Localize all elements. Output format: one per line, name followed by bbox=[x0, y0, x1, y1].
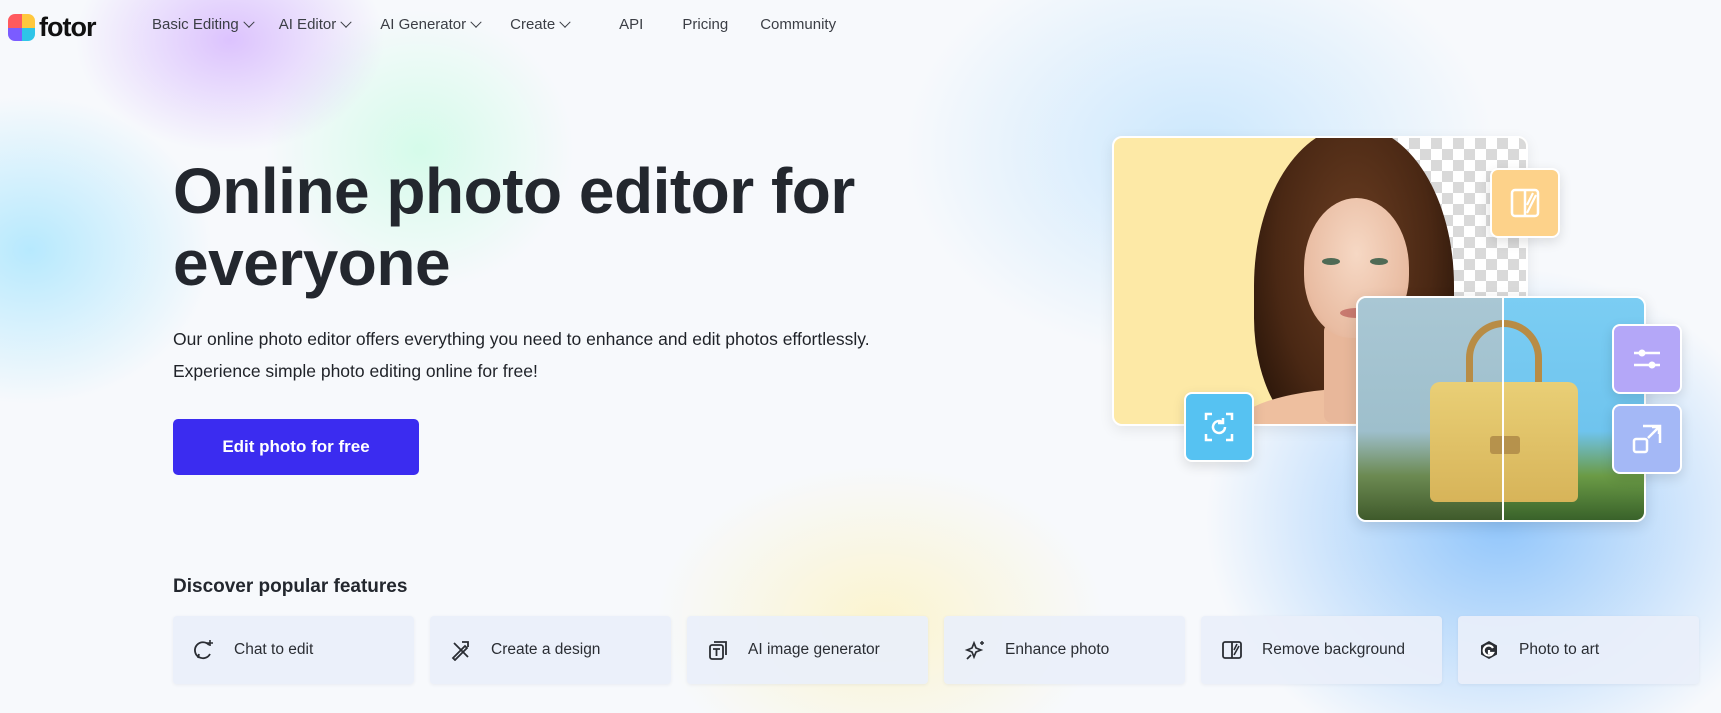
remove-bg-icon bbox=[1510, 188, 1540, 218]
ai-image-icon bbox=[707, 639, 729, 661]
nav-label: Community bbox=[760, 16, 837, 33]
feature-ai-image-generator[interactable]: AI image generator bbox=[687, 616, 928, 684]
fotor-logo[interactable]: fotor bbox=[8, 12, 96, 43]
sliders-icon bbox=[1634, 349, 1660, 369]
hero-title: Online photo editor for everyone bbox=[173, 155, 933, 299]
nav-label: AI Generator bbox=[380, 16, 467, 33]
photo-art-icon bbox=[1478, 639, 1500, 661]
enhance-sparkle-icon bbox=[964, 639, 986, 661]
fotor-logo-icon bbox=[8, 14, 35, 41]
nav-create[interactable]: Create bbox=[510, 16, 571, 33]
nav-ai-generator[interactable]: AI Generator bbox=[380, 16, 482, 33]
nav-menu: Basic Editing AI Editor AI Generator Cre… bbox=[152, 16, 836, 33]
chevron-down-icon bbox=[340, 16, 352, 28]
feature-label: Chat to edit bbox=[234, 641, 314, 658]
portrait-eye-right bbox=[1370, 258, 1388, 265]
feature-label: Photo to art bbox=[1519, 641, 1600, 658]
chevron-down-icon bbox=[470, 16, 482, 28]
design-pen-icon bbox=[450, 639, 472, 661]
features-list: Chat to edit Create a design AI image ge… bbox=[173, 616, 1699, 684]
feature-photo-to-art[interactable]: Photo to art bbox=[1458, 616, 1699, 684]
nav-basic-editing[interactable]: Basic Editing bbox=[152, 16, 255, 33]
nav-label: API bbox=[619, 16, 644, 33]
feature-create-design[interactable]: Create a design bbox=[430, 616, 671, 684]
hero-title-line1: Online photo editor for bbox=[173, 155, 855, 227]
nav-community[interactable]: Community bbox=[760, 16, 836, 33]
bag-clasp bbox=[1490, 436, 1520, 454]
chevron-down-icon bbox=[559, 16, 571, 28]
nav-pricing[interactable]: Pricing bbox=[682, 16, 728, 33]
nav-ai-editor[interactable]: AI Editor bbox=[278, 16, 352, 33]
adjust-tile bbox=[1612, 324, 1682, 394]
feature-enhance-photo[interactable]: Enhance photo bbox=[944, 616, 1185, 684]
feature-chat-to-edit[interactable]: Chat to edit bbox=[173, 616, 414, 684]
chat-sparkle-icon bbox=[193, 639, 215, 661]
features-title: Discover popular features bbox=[173, 576, 408, 597]
top-nav: fotor Basic Editing AI Editor AI Generat… bbox=[0, 0, 1721, 52]
nav-label: Pricing bbox=[682, 16, 729, 33]
hero-subtitle-line2: Experience simple photo editing online f… bbox=[173, 361, 538, 381]
bag-image bbox=[1356, 296, 1646, 522]
rotate-icon bbox=[1204, 412, 1234, 442]
nav-label: AI Editor bbox=[278, 16, 337, 33]
upscale-tile bbox=[1612, 404, 1682, 474]
hero-subtitle: Our online photo editor offers everythin… bbox=[173, 323, 933, 387]
feature-label: Create a design bbox=[491, 641, 601, 658]
remove-bg-icon bbox=[1221, 639, 1243, 661]
edit-photo-button[interactable]: Edit photo for free bbox=[173, 419, 419, 475]
rotate-tile bbox=[1184, 392, 1254, 462]
feature-label: Remove background bbox=[1262, 641, 1406, 658]
fotor-logo-text: fotor bbox=[39, 12, 96, 42]
hero-subtitle-line1: Our online photo editor offers everythin… bbox=[173, 329, 870, 349]
portrait-eye-left bbox=[1322, 258, 1340, 265]
feature-remove-background[interactable]: Remove background bbox=[1201, 616, 1442, 684]
upscale-icon bbox=[1632, 424, 1662, 454]
nav-api[interactable]: API bbox=[619, 16, 643, 33]
nav-label: Create bbox=[510, 16, 556, 33]
feature-label: Enhance photo bbox=[1005, 641, 1110, 658]
feature-label: AI image generator bbox=[748, 641, 880, 658]
remove-bg-tile bbox=[1490, 168, 1560, 238]
hero-visual bbox=[1100, 110, 1720, 530]
compare-divider bbox=[1502, 298, 1504, 520]
nav-label: Basic Editing bbox=[152, 16, 239, 33]
chevron-down-icon bbox=[243, 16, 255, 28]
hero-title-line2: everyone bbox=[173, 227, 451, 299]
